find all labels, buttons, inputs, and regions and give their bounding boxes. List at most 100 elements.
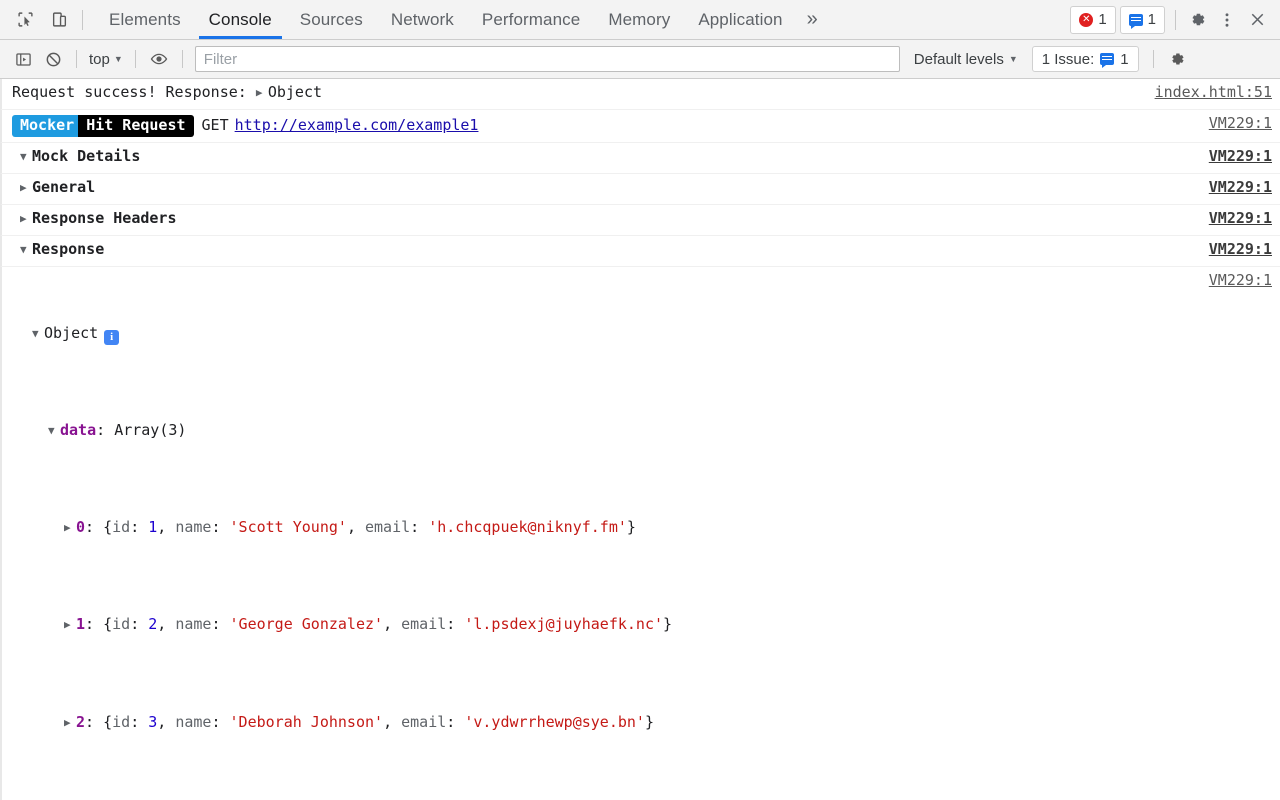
object-tree-item[interactable]: 1: {id: 2, name: 'George Gonzalez', emai… (32, 612, 1199, 636)
message-count-badge[interactable]: 1 (1120, 6, 1165, 34)
property-key: name (175, 615, 211, 633)
property-key: id (112, 615, 130, 633)
expand-arrow-icon[interactable] (64, 616, 76, 634)
gear-icon[interactable] (1182, 4, 1212, 36)
expand-arrow-icon[interactable] (256, 87, 268, 100)
issues-label: 1 Issue: (1042, 51, 1095, 68)
source-link[interactable]: VM229:1 (1199, 210, 1280, 227)
log-level-selector[interactable]: Default levels ▼ (914, 51, 1018, 68)
tabbar-divider (82, 10, 83, 30)
group-header: Mock Details (2, 148, 1199, 165)
collapse-arrow-icon[interactable] (20, 151, 32, 164)
expand-arrow-icon[interactable] (64, 714, 76, 732)
source-link[interactable]: VM229:1 (1199, 241, 1280, 258)
console-row-mocker-get[interactable]: MockerHit Request GET http://example.com/e… (0, 110, 1280, 143)
object-tree-data-node[interactable]: data: Array(3) (32, 418, 1199, 442)
tab-performance-label: Performance (482, 10, 580, 30)
console-group-mock-details[interactable]: Mock Details VM229:1 (0, 143, 1280, 174)
error-count-label: 1 (1098, 11, 1106, 28)
expand-arrow-icon[interactable] (20, 182, 32, 195)
http-method-label: GET (202, 116, 229, 134)
console-log-message: Request success! Response: Object (2, 84, 1145, 101)
more-vertical-icon[interactable] (1212, 4, 1242, 36)
execution-context-label: top (89, 51, 110, 68)
tabbar-right-divider (1175, 10, 1176, 30)
error-count-badge[interactable]: ✕ 1 (1070, 6, 1115, 34)
property-key: email (365, 518, 410, 536)
execution-context-selector[interactable]: top ▼ (85, 51, 127, 68)
tab-application-label: Application (698, 10, 782, 30)
tab-network[interactable]: Network (377, 0, 468, 39)
tab-performance[interactable]: Performance (468, 0, 594, 39)
array-index: 0 (76, 518, 85, 536)
object-tree-root[interactable]: Objecti (32, 321, 1199, 345)
property-value: 'l.psdexj@juyhaefk.nc' (464, 615, 663, 633)
live-expression-icon[interactable] (144, 45, 174, 73)
console-row-log[interactable]: Request success! Response: Object index.… (0, 79, 1280, 110)
device-toolbar-icon[interactable] (42, 1, 76, 39)
error-circle-icon: ✕ (1079, 13, 1093, 27)
hit-request-badge: Hit Request (78, 115, 193, 137)
property-key: id (112, 713, 130, 731)
filter-placeholder: Filter (204, 51, 237, 68)
source-link[interactable]: index.html:51 (1145, 84, 1280, 101)
mocker-badge: Mocker (12, 115, 82, 137)
tab-network-label: Network (391, 10, 454, 30)
clear-console-icon[interactable] (38, 45, 68, 73)
group-label: General (32, 178, 95, 196)
tabbar-left-tools (0, 0, 89, 39)
issues-badge[interactable]: 1 Issue: 1 (1032, 46, 1139, 72)
source-link[interactable]: VM229:1 (1199, 148, 1280, 165)
request-url-link[interactable]: http://example.com/example1 (235, 116, 479, 134)
console-group-response[interactable]: Response VM229:1 (0, 236, 1280, 267)
property-key: data (60, 421, 96, 439)
console-settings-icon[interactable] (1162, 45, 1192, 73)
object-preview-label[interactable]: Object (268, 83, 322, 101)
more-tabs-label: » (807, 8, 818, 31)
console-row-object-tree[interactable]: Objecti data: Array(3) 0: {id: 1, name: … (0, 267, 1280, 800)
tab-elements-label: Elements (109, 10, 181, 30)
array-type-label: Array(3) (114, 421, 186, 439)
tab-memory-label: Memory (608, 10, 670, 30)
object-root-label: Object (44, 324, 98, 342)
console-sidebar-icon[interactable] (8, 45, 38, 73)
tab-elements[interactable]: Elements (95, 0, 195, 39)
filterbar-divider-3 (182, 50, 183, 68)
tab-sources[interactable]: Sources (286, 0, 377, 39)
collapse-arrow-icon[interactable] (32, 325, 44, 343)
collapse-arrow-icon[interactable] (48, 422, 60, 440)
property-value: 'Scott Young' (230, 518, 347, 536)
console-message-list[interactable]: Request success! Response: Object index.… (0, 79, 1280, 800)
property-key: id (112, 518, 130, 536)
expand-arrow-icon[interactable] (20, 213, 32, 226)
filter-input[interactable]: Filter (195, 46, 900, 72)
source-link[interactable]: VM229:1 (1199, 115, 1280, 132)
info-icon[interactable]: i (104, 330, 119, 345)
mocker-message: MockerHit Request GET http://example.com/e… (2, 115, 1199, 137)
collapse-arrow-icon[interactable] (20, 244, 32, 257)
property-value: 3 (148, 713, 157, 731)
object-tree-item[interactable]: 0: {id: 1, name: 'Scott Young', email: '… (32, 515, 1199, 539)
message-count-label: 1 (1148, 11, 1156, 28)
source-link[interactable]: VM229:1 (1199, 179, 1280, 196)
expand-arrow-icon[interactable] (64, 519, 76, 537)
message-bubble-icon (1100, 53, 1114, 65)
source-link[interactable]: VM229:1 (1199, 272, 1280, 289)
console-filter-toolbar: top ▼ Filter Default levels ▼ 1 Issue: 1 (0, 40, 1280, 79)
log-level-label: Default levels (914, 51, 1004, 68)
filterbar-divider-1 (76, 50, 77, 68)
close-icon[interactable] (1242, 4, 1272, 36)
group-label: Mock Details (32, 147, 140, 165)
tab-memory[interactable]: Memory (594, 0, 684, 39)
devtools-tab-bar: Elements Console Sources Network Perform… (0, 0, 1280, 40)
inspect-element-icon[interactable] (8, 1, 42, 39)
tab-application[interactable]: Application (684, 0, 796, 39)
group-header: Response Headers (2, 210, 1199, 227)
console-group-general[interactable]: General VM229:1 (0, 174, 1280, 205)
console-group-response-headers[interactable]: Response Headers VM229:1 (0, 205, 1280, 236)
more-tabs-icon[interactable]: » (797, 0, 828, 39)
property-key: name (175, 518, 211, 536)
group-label: Response (32, 240, 104, 258)
object-tree-item[interactable]: 2: {id: 3, name: 'Deborah Johnson', emai… (32, 710, 1199, 734)
tab-console[interactable]: Console (195, 0, 286, 39)
